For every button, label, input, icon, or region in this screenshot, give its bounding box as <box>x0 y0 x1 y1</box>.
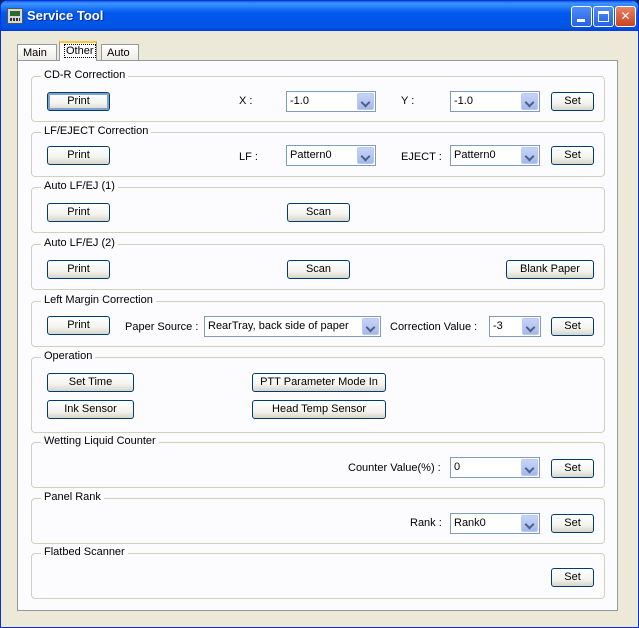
correction-value: -3 <box>493 320 503 332</box>
chevron-down-icon[interactable] <box>357 93 374 110</box>
left-margin-correction-title: Left Margin Correction <box>41 294 156 306</box>
counter-value-select[interactable]: 0 <box>450 457 540 478</box>
cdr-correction-title: CD-R Correction <box>41 69 129 81</box>
flatbed-set-button[interactable]: Set <box>551 568 594 587</box>
rank-label: Rank : <box>410 517 442 529</box>
close-icon: ✕ <box>620 9 631 23</box>
lfeject-correction-group: LF/EJECT Correction Print LF : Pattern0 … <box>31 125 605 177</box>
chevron-down-icon[interactable] <box>521 515 538 532</box>
cdr-y-value: -1.0 <box>454 95 473 107</box>
chevron-down-icon[interactable] <box>357 147 374 164</box>
left-margin-set-button[interactable]: Set <box>551 317 594 336</box>
wetting-liquid-counter-group: Wetting Liquid Counter Counter Value(%) … <box>31 435 605 488</box>
wetting-liquid-counter-title: Wetting Liquid Counter <box>41 435 159 447</box>
auto-lfej-2-title: Auto LF/EJ (2) <box>41 237 118 249</box>
flatbed-scanner-group: Flatbed Scanner Set <box>31 546 605 599</box>
minimize-icon <box>577 19 585 22</box>
cdr-x-value: -1.0 <box>290 95 309 107</box>
ptt-parameter-mode-button[interactable]: PTT Parameter Mode In <box>252 373 386 392</box>
auto-lfej-2-group: Auto LF/EJ (2) Print Scan Blank Paper <box>31 237 605 290</box>
panel-rank-group: Panel Rank Rank : Rank0 Set <box>31 491 605 544</box>
left-margin-correction-group: Left Margin Correction Print Paper Sourc… <box>31 294 605 347</box>
cdr-x-select[interactable]: -1.0 <box>286 91 376 112</box>
flatbed-scanner-title: Flatbed Scanner <box>41 546 128 558</box>
correction-value-select[interactable]: -3 <box>489 316 541 337</box>
chevron-down-icon[interactable] <box>362 318 379 335</box>
tab-auto-label: Auto <box>107 47 130 59</box>
rank-select[interactable]: Rank0 <box>450 513 540 534</box>
cdr-set-button[interactable]: Set <box>551 92 594 111</box>
lf-label: LF : <box>239 151 258 163</box>
panel-rank-title: Panel Rank <box>41 491 104 503</box>
head-temp-sensor-button[interactable]: Head Temp Sensor <box>252 400 386 419</box>
blank-paper-button[interactable]: Blank Paper <box>506 260 594 279</box>
cdr-correction-group: CD-R Correction Print X : -1.0 Y : -1.0 … <box>31 69 605 122</box>
auto-lfej-1-group: Auto LF/EJ (1) Print Scan <box>31 180 605 233</box>
chevron-down-icon[interactable] <box>521 93 538 110</box>
chevron-down-icon[interactable] <box>522 318 539 335</box>
window-title: Service Tool <box>27 8 104 23</box>
tab-other-label: Other <box>64 44 96 58</box>
tab-main[interactable]: Main <box>17 44 57 61</box>
counter-value-label: Counter Value(%) : <box>348 462 441 474</box>
cdr-y-select[interactable]: -1.0 <box>450 91 540 112</box>
cdr-print-button[interactable]: Print <box>47 92 110 111</box>
eject-label: EJECT : <box>401 151 442 163</box>
auto-lfej-2-scan-button[interactable]: Scan <box>287 260 350 279</box>
panel-rank-set-button[interactable]: Set <box>551 514 594 533</box>
ink-sensor-button[interactable]: Ink Sensor <box>47 400 134 419</box>
set-time-button[interactable]: Set Time <box>47 373 134 392</box>
service-tool-window: Service Tool ✕ Main Other Auto CD-R Corr… <box>0 0 639 628</box>
left-margin-print-button[interactable]: Print <box>47 316 110 335</box>
lf-select[interactable]: Pattern0 <box>286 145 376 166</box>
paper-source-select[interactable]: RearTray, back side of paper <box>204 316 381 337</box>
lfeject-correction-title: LF/EJECT Correction <box>41 125 152 137</box>
chevron-down-icon[interactable] <box>521 147 538 164</box>
counter-value: 0 <box>454 461 461 473</box>
auto-lfej-2-print-button[interactable]: Print <box>47 260 110 279</box>
tab-main-label: Main <box>23 47 47 59</box>
eject-select[interactable]: Pattern0 <box>450 145 540 166</box>
tab-other[interactable]: Other <box>59 41 97 61</box>
auto-lfej-1-scan-button[interactable]: Scan <box>287 203 350 222</box>
maximize-button[interactable] <box>593 6 614 27</box>
lfeject-set-button[interactable]: Set <box>551 146 594 165</box>
tab-auto[interactable]: Auto <box>101 44 139 61</box>
maximize-icon <box>598 11 609 22</box>
lf-value: Pattern0 <box>290 149 332 161</box>
cdr-y-label: Y : <box>401 95 415 107</box>
chevron-down-icon[interactable] <box>521 459 538 476</box>
operation-title: Operation <box>41 350 96 362</box>
eject-value: Pattern0 <box>454 149 496 161</box>
title-bar[interactable]: Service Tool ✕ <box>1 1 638 31</box>
tab-panel-other: CD-R Correction Print X : -1.0 Y : -1.0 … <box>17 60 618 611</box>
operation-group: Operation Set Time Ink Sensor PTT Parame… <box>31 350 605 433</box>
correction-value-label: Correction Value : <box>390 321 478 333</box>
auto-lfej-1-title: Auto LF/EJ (1) <box>41 180 118 192</box>
cdr-x-label: X : <box>239 95 253 107</box>
minimize-button[interactable] <box>571 6 592 27</box>
close-button[interactable]: ✕ <box>615 6 636 27</box>
wetting-set-button[interactable]: Set <box>551 459 594 478</box>
lfeject-print-button[interactable]: Print <box>47 146 110 165</box>
printer-app-icon <box>7 8 23 24</box>
paper-source-label: Paper Source : <box>125 321 199 333</box>
rank-value: Rank0 <box>454 517 486 529</box>
auto-lfej-1-print-button[interactable]: Print <box>47 203 110 222</box>
paper-source-value: RearTray, back side of paper <box>208 320 349 332</box>
